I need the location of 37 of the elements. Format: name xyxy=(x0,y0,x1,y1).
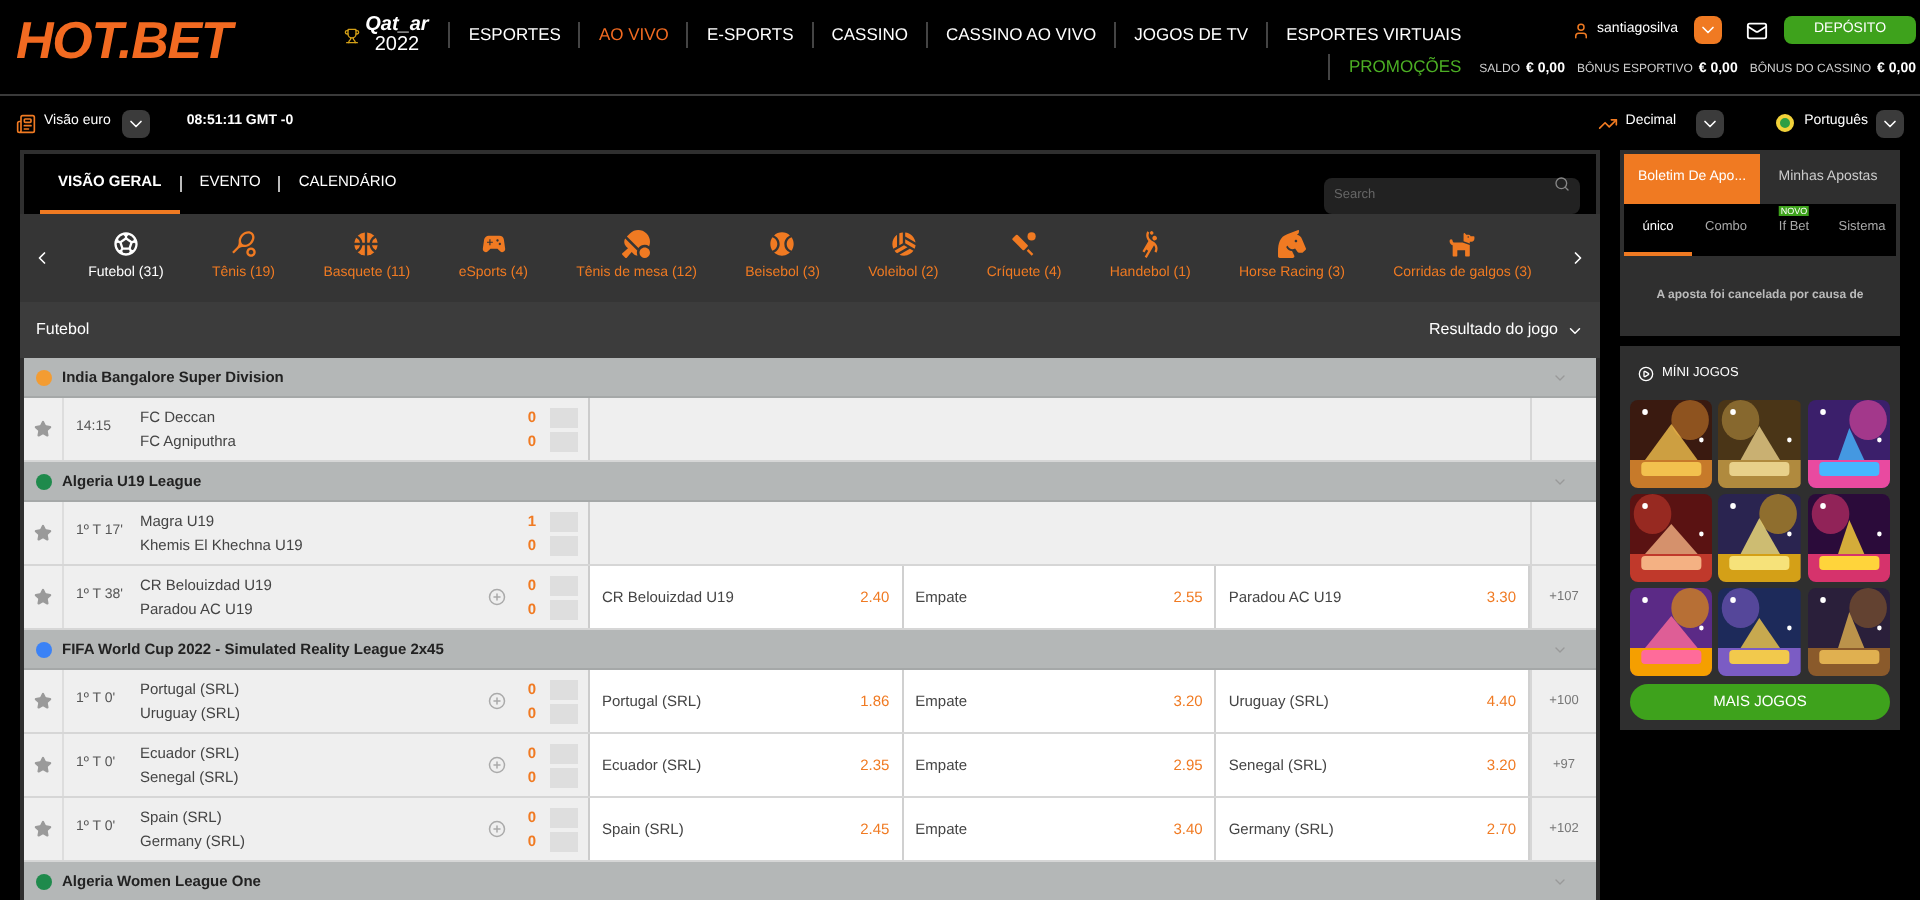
star-icon[interactable] xyxy=(34,524,52,542)
flag-icon xyxy=(1776,114,1795,132)
language-dropdown-button[interactable] xyxy=(1876,109,1904,137)
event-logo-year: 2022 xyxy=(374,36,420,56)
nav-link[interactable]: ESPORTES xyxy=(448,22,579,48)
search-icon[interactable] xyxy=(1554,176,1570,192)
table-tennis-icon xyxy=(622,230,651,259)
cricket-icon xyxy=(1010,230,1038,259)
baseball-icon xyxy=(768,230,797,259)
view-icon xyxy=(16,113,36,133)
user-icon xyxy=(1571,21,1590,39)
odds-format-dropdown-button[interactable] xyxy=(1696,109,1725,137)
star-icon[interactable] xyxy=(34,756,52,774)
logo[interactable]: HOT.BET xyxy=(16,14,232,66)
play-icon xyxy=(1638,366,1654,382)
nav-link[interactable]: E-SPORTS xyxy=(686,22,812,48)
star-icon[interactable] xyxy=(34,588,52,606)
volleyball-icon xyxy=(889,230,918,259)
star-icon[interactable] xyxy=(34,420,52,438)
section-title: Futebol xyxy=(36,318,90,342)
star-icon[interactable] xyxy=(34,692,52,710)
view-dropdown-button[interactable] xyxy=(122,109,151,137)
nav-link[interactable]: JOGOS DE TV xyxy=(1114,22,1267,48)
odds-format-icon xyxy=(1597,113,1618,133)
user-menu-button[interactable] xyxy=(1694,16,1722,44)
basketball-icon xyxy=(352,230,381,259)
horse-head-icon xyxy=(1277,230,1306,259)
nav-link[interactable]: CASSINO AO VIVO xyxy=(926,22,1115,48)
event-logo-text: Qat_ar xyxy=(365,16,429,36)
nav-link[interactable]: AO VIVO xyxy=(578,22,687,48)
market-selector[interactable]: Resultado do jogo xyxy=(1429,318,1584,342)
dog-icon xyxy=(1448,230,1477,259)
star-icon[interactable] xyxy=(34,820,52,838)
nav-link[interactable]: ESPORTES VIRTUAIS xyxy=(1266,22,1480,48)
mail-icon[interactable] xyxy=(1746,19,1768,41)
nav-link[interactable]: CASSINO xyxy=(811,22,926,48)
promotions-link[interactable]: PROMOÇÕES xyxy=(1328,53,1480,79)
